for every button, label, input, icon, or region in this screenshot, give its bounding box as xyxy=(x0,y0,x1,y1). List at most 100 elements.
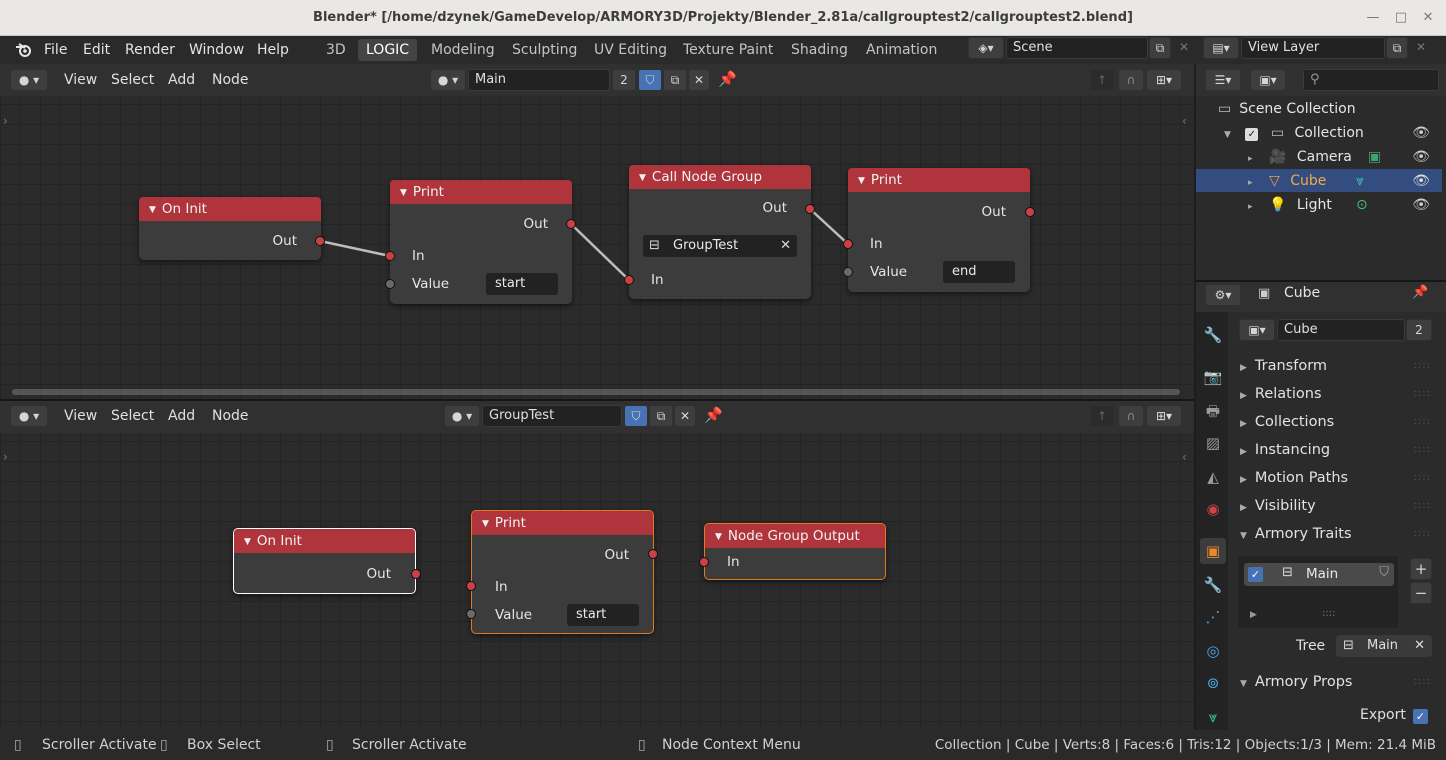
visibility-eye-icon[interactable]: 👁 xyxy=(1412,193,1430,217)
panel-visibility[interactable]: ▶ Visibility:::: xyxy=(1237,492,1437,520)
panel-armory-props[interactable]: ▼ Armory Props:::: xyxy=(1237,668,1437,696)
top-call-out-socket[interactable] xyxy=(805,204,815,214)
bottom-unlink-tree-icon[interactable]: ✕ xyxy=(674,405,696,427)
top-node-call-node-group[interactable]: ▼ Call Node Group Out ⊟ GroupTest ✕ In xyxy=(629,165,811,299)
print-value-field[interactable]: start xyxy=(486,273,558,295)
list-resize-handle-icon[interactable]: :::: xyxy=(1322,608,1335,619)
top-node-print-end[interactable]: ▼ Print Out In Value end xyxy=(848,168,1030,292)
properties-editor-type-icon[interactable]: ⚙▾ xyxy=(1205,284,1241,306)
drag-handle-icon[interactable]: :::: xyxy=(1414,668,1431,696)
panel-motion-paths[interactable]: ▶ Motion Paths:::: xyxy=(1237,464,1437,492)
expand-arrow-icon[interactable]: ▸ xyxy=(1248,154,1253,164)
bottom-group-output-in-socket[interactable] xyxy=(699,557,709,567)
camera-data-icon[interactable]: ▣ xyxy=(1368,145,1381,169)
print-value-field[interactable]: start xyxy=(567,604,639,626)
trait-enabled-checkbox[interactable]: ✓ xyxy=(1248,567,1263,582)
visibility-eye-icon[interactable]: 👁 xyxy=(1412,169,1430,193)
bottom-snap-mode-icon[interactable]: ⊞▾ xyxy=(1146,405,1182,427)
top-node-print-start[interactable]: ▼ Print Out In Value start xyxy=(390,180,572,304)
bottom-tree-browse-icon[interactable]: ● ▾ xyxy=(444,405,480,427)
bottom-fake-user-shield-icon[interactable]: ⛉ xyxy=(624,405,648,427)
bottom-print-value-socket[interactable] xyxy=(466,609,476,619)
outliner-editor-type-icon[interactable]: ☰▾ xyxy=(1205,69,1241,91)
bottom-node-print[interactable]: ▼ Print Out In Value start xyxy=(471,510,654,634)
object-users-count[interactable]: 2 xyxy=(1406,319,1432,341)
bottom-right-region-toggle-icon[interactable]: ‹ xyxy=(1182,450,1187,464)
collapse-arrow-icon[interactable]: ▼ xyxy=(400,188,407,198)
tool-tab-icon[interactable]: 🔧 xyxy=(1200,322,1226,348)
outliner-item-light[interactable]: ▸ 💡 Light ⊙ 👁 xyxy=(1248,193,1440,217)
trait-shield-icon[interactable]: ⛉ xyxy=(1379,565,1389,580)
object-tab-icon[interactable]: ▣ xyxy=(1200,538,1226,564)
drag-handle-icon[interactable]: :::: xyxy=(1414,492,1431,520)
panel-instancing[interactable]: ▶ Instancing:::: xyxy=(1237,436,1437,464)
print-value-field[interactable]: end xyxy=(943,261,1015,283)
collapse-arrow-icon[interactable]: ▼ xyxy=(149,205,156,215)
physics-tab-icon[interactable]: ◎ xyxy=(1200,638,1226,664)
data-browse-icon[interactable]: ▣▾ xyxy=(1239,319,1275,341)
bottom-node-group-output[interactable]: ▼ Node Group Output In xyxy=(704,523,886,580)
collapse-arrow-icon[interactable]: ▼ xyxy=(244,537,251,547)
bottom-tree-name-field[interactable]: GroupTest xyxy=(482,405,622,427)
add-trait-button[interactable]: + xyxy=(1410,558,1432,580)
top-node-on-init[interactable]: ▼ On Init Out xyxy=(139,197,321,260)
top-on-init-out-socket[interactable] xyxy=(315,236,325,246)
drag-handle-icon[interactable]: :::: xyxy=(1414,408,1431,436)
object-name-field[interactable]: Cube xyxy=(1277,319,1405,341)
panel-transform[interactable]: ▶ Transform:::: xyxy=(1237,352,1437,380)
group-selector-field[interactable]: ⊟ GroupTest ✕ xyxy=(643,235,797,257)
outliner-display-mode-icon[interactable]: ▣▾ xyxy=(1250,69,1286,91)
mesh-data-tab-icon[interactable]: ⩔ xyxy=(1200,704,1226,730)
bottom-on-init-out-socket[interactable] xyxy=(411,569,421,579)
visibility-eye-icon[interactable]: 👁 xyxy=(1412,145,1430,169)
bottom-menu-node[interactable]: Node xyxy=(212,405,249,427)
top-print-in-socket[interactable] xyxy=(385,251,395,261)
remove-trait-button[interactable]: − xyxy=(1410,582,1432,604)
bottom-menu-add[interactable]: Add xyxy=(168,405,195,427)
bottom-snap-icon[interactable]: ∩ xyxy=(1118,405,1144,427)
render-tab-icon[interactable]: 📷 xyxy=(1200,364,1226,390)
outliner-item-cube[interactable]: ▸ ▽ Cube ⩔ 👁 xyxy=(1248,169,1440,193)
panel-collections[interactable]: ▶ Collections:::: xyxy=(1237,408,1437,436)
collapse-arrow-icon[interactable]: ▼ xyxy=(715,532,722,542)
output-tab-icon[interactable]: 🖶 xyxy=(1200,398,1226,424)
bottom-node-on-init[interactable]: ▼ On Init Out xyxy=(233,528,416,594)
drag-handle-icon[interactable]: :::: xyxy=(1414,352,1431,380)
particles-tab-icon[interactable]: ⋰ xyxy=(1200,604,1226,630)
bottom-print-out-socket[interactable] xyxy=(648,549,658,559)
panel-relations[interactable]: ▶ Relations:::: xyxy=(1237,380,1437,408)
exclude-checkbox[interactable]: ✓ xyxy=(1245,128,1259,141)
modifier-wrench-tab-icon[interactable]: 🔧 xyxy=(1200,572,1226,598)
bottom-menu-select[interactable]: Select xyxy=(111,405,154,427)
drag-handle-icon[interactable]: :::: xyxy=(1414,380,1431,408)
expand-arrow-icon[interactable]: ▼ xyxy=(1224,130,1231,140)
top-print-end-value-socket[interactable] xyxy=(843,267,853,277)
scene-tab-icon[interactable]: ◭ xyxy=(1200,464,1226,490)
drag-handle-icon[interactable]: :::: xyxy=(1414,520,1431,548)
bottom-print-in-socket[interactable] xyxy=(466,581,476,591)
constraints-tab-icon[interactable]: ⊚ xyxy=(1200,670,1226,696)
collapse-arrow-icon[interactable]: ▼ xyxy=(858,176,865,186)
drag-handle-icon[interactable]: :::: xyxy=(1414,464,1431,492)
view-layer-tab-icon[interactable]: ▨ xyxy=(1200,430,1226,456)
outliner-search-field[interactable]: ⚲ xyxy=(1303,69,1439,91)
collapse-arrow-icon[interactable]: ▼ xyxy=(639,173,646,183)
bottom-editor-type-icon[interactable]: ● ▾ xyxy=(10,405,48,427)
trait-item-main[interactable]: ✓ ⊟ Main ⛉ xyxy=(1244,563,1394,586)
mesh-data-icon[interactable]: ⩔ xyxy=(1356,169,1364,193)
top-print-end-out-socket[interactable] xyxy=(1025,207,1035,217)
bottom-new-tree-icon[interactable]: ⧉ xyxy=(649,405,673,427)
clear-tree-icon[interactable]: ✕ xyxy=(1414,636,1425,656)
world-tab-icon[interactable]: ◉ xyxy=(1200,496,1226,522)
properties-pin-icon[interactable]: 📌 xyxy=(1412,285,1428,300)
expand-arrow-icon[interactable]: ▸ xyxy=(1248,178,1253,188)
expand-arrow-icon[interactable]: ▸ xyxy=(1248,202,1253,212)
top-print-value-socket[interactable] xyxy=(385,279,395,289)
top-print-out-socket[interactable] xyxy=(566,219,576,229)
collapse-arrow-icon[interactable]: ▼ xyxy=(482,519,489,529)
outliner-scene-collection[interactable]: ▭ Scene Collection xyxy=(1218,97,1356,121)
export-checkbox[interactable]: ✓ xyxy=(1413,709,1428,724)
tree-selector-field[interactable]: ⊟ Main ✕ xyxy=(1336,635,1432,657)
top-print-end-in-socket[interactable] xyxy=(843,239,853,249)
top-horizontal-scrollbar[interactable] xyxy=(12,389,1180,395)
